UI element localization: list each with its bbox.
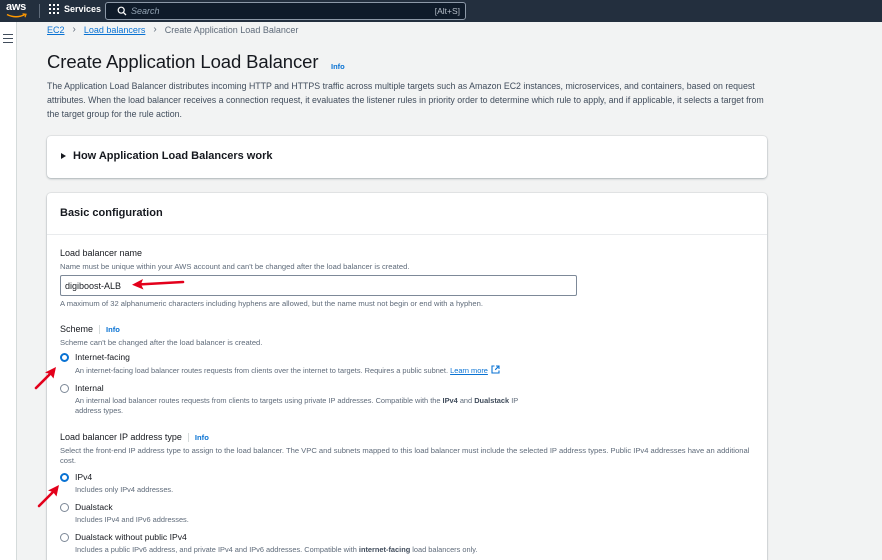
scheme-label: Scheme xyxy=(60,324,94,334)
internal-desc-text: An internal load balancer routes request… xyxy=(75,396,443,405)
ipv4-desc: Includes only IPv4 addresses. xyxy=(75,485,174,494)
learn-more-link[interactable]: Learn more xyxy=(450,366,488,375)
internet-facing-desc-text: An internet-facing load balancer routes … xyxy=(75,366,449,375)
services-grid-icon xyxy=(49,4,59,14)
ip-type-info-link[interactable]: Info xyxy=(187,433,209,442)
scheme-label-row: Scheme Info xyxy=(60,324,120,334)
basic-configuration-title: Basic configuration xyxy=(60,207,163,219)
internet-facing-label: Internet-facing xyxy=(75,352,130,362)
dualstack-no-public-desc-internet-facing: internet-facing xyxy=(358,545,411,554)
lb-name-hint: Name must be unique within your AWS acco… xyxy=(60,262,410,271)
nav-divider xyxy=(39,4,40,18)
radio-internet-facing[interactable] xyxy=(60,353,69,362)
page-description: The Application Load Balancer distribute… xyxy=(47,81,764,120)
internal-desc-address-types: address types. xyxy=(75,406,124,415)
search-shortcut-hint: [Alt+S] xyxy=(434,6,460,16)
ip-type-option-dualstack[interactable]: Dualstack Includes IPv4 and IPv6 address… xyxy=(60,502,189,525)
radio-internal[interactable] xyxy=(60,384,69,393)
radio-text: Dualstack without public IPv4 Includes a… xyxy=(75,532,477,555)
dualstack-desc: Includes IPv4 and IPv6 addresses. xyxy=(75,515,189,524)
side-navigation-rail xyxy=(0,22,17,560)
caret-right-icon xyxy=(61,153,66,159)
services-menu-button[interactable]: Services xyxy=(49,4,101,14)
radio-ipv4[interactable] xyxy=(60,473,69,482)
internal-desc-and: and xyxy=(457,396,475,405)
internal-desc: An internal load balancer routes request… xyxy=(75,396,585,416)
how-alb-works-title: How Application Load Balancers work xyxy=(73,150,273,162)
radio-text: Internet-facing An internet-facing load … xyxy=(75,352,500,376)
chevron-right-icon: › xyxy=(72,24,76,35)
radio-text: Dualstack Includes IPv4 and IPv6 address… xyxy=(75,502,189,525)
lb-name-label: Load balancer name xyxy=(60,248,143,258)
top-navigation-bar: aws Services [Alt+S] xyxy=(0,0,882,22)
aws-logo[interactable]: aws xyxy=(6,2,32,20)
breadcrumb: EC2 › Load balancers › Create Applicatio… xyxy=(47,24,298,35)
annotation-arrow-icon xyxy=(132,279,185,290)
dualstack-no-public-ipv4-desc: Includes a public IPv6 address, and priv… xyxy=(75,545,477,555)
scheme-option-internal[interactable]: Internal An internal load balancer route… xyxy=(60,383,585,416)
ip-type-hint: Select the front-end IP address type to … xyxy=(60,446,750,465)
dualstack-no-public-ipv4-label: Dualstack without public IPv4 xyxy=(75,532,187,542)
basic-configuration-header: Basic configuration xyxy=(47,193,767,235)
services-label: Services xyxy=(64,4,102,14)
aws-smile-icon xyxy=(6,13,27,18)
breadcrumb-load-balancers-link[interactable]: Load balancers xyxy=(84,25,146,35)
aws-logo-text: aws xyxy=(6,1,26,13)
internal-label: Internal xyxy=(75,383,104,393)
scheme-info-link[interactable]: Info xyxy=(99,325,120,334)
internet-facing-desc: An internet-facing load balancer routes … xyxy=(75,365,500,376)
scheme-option-internet-facing[interactable]: Internet-facing An internet-facing load … xyxy=(60,352,500,376)
radio-text: Internal An internal load balancer route… xyxy=(75,383,585,416)
lb-name-constraint: A maximum of 32 alphanumeric characters … xyxy=(60,299,483,308)
hamburger-menu-icon[interactable] xyxy=(3,34,13,43)
ipv4-label: IPv4 xyxy=(75,472,93,482)
annotation-arrow-icon xyxy=(34,367,56,390)
ip-type-label-row: Load balancer IP address type Info xyxy=(60,432,209,442)
ip-type-option-ipv4[interactable]: IPv4 Includes only IPv4 addresses. xyxy=(60,472,173,495)
page-title: Create Application Load Balancer xyxy=(47,51,319,72)
dualstack-no-public-desc-end: load balancers only. xyxy=(410,545,478,554)
chevron-right-icon: › xyxy=(153,24,157,35)
annotation-arrow-icon xyxy=(37,485,59,508)
scheme-hint: Scheme can't be changed after the load b… xyxy=(60,338,263,347)
radio-text: IPv4 Includes only IPv4 addresses. xyxy=(75,472,173,495)
page-title-info-link[interactable]: Info xyxy=(331,62,345,71)
how-alb-works-panel: How Application Load Balancers work xyxy=(47,136,767,178)
dualstack-no-public-desc-text: Includes a public IPv6 address, and priv… xyxy=(75,545,359,554)
search-icon xyxy=(117,6,127,16)
internal-desc-dualstack: Dualstack xyxy=(474,396,510,405)
basic-configuration-panel: Basic configuration Load balancer name N… xyxy=(47,193,767,560)
ip-type-label: Load balancer IP address type xyxy=(60,432,182,442)
external-link-icon xyxy=(491,365,500,374)
how-alb-works-expander[interactable]: How Application Load Balancers work xyxy=(61,150,272,162)
breadcrumb-ec2-link[interactable]: EC2 xyxy=(47,25,65,35)
breadcrumb-current: Create Application Load Balancer xyxy=(164,24,299,35)
dualstack-label: Dualstack xyxy=(75,502,113,512)
ip-type-option-dualstack-no-public-ipv4[interactable]: Dualstack without public IPv4 Includes a… xyxy=(60,532,477,555)
internal-desc-ipv4: IPv4 xyxy=(442,396,458,405)
search-box[interactable]: [Alt+S] xyxy=(105,2,466,20)
internal-desc-ip: IP xyxy=(509,396,519,405)
search-input[interactable] xyxy=(131,4,411,18)
radio-dualstack-no-public-ipv4[interactable] xyxy=(60,533,69,542)
